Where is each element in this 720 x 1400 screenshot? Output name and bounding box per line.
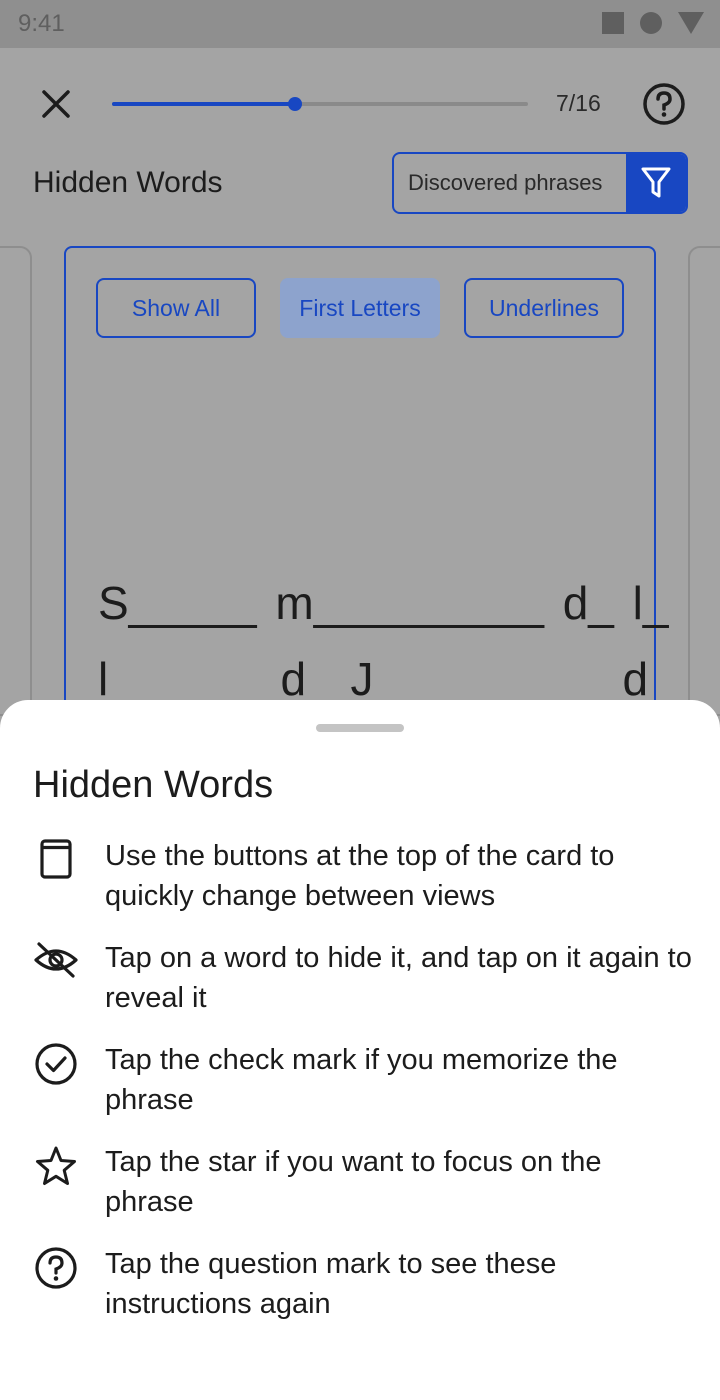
underlines-button[interactable]: Underlines [464, 278, 624, 338]
instruction-item: Use the buttons at the top of the card t… [33, 836, 693, 916]
progress-thumb[interactable] [288, 97, 303, 111]
phrase-card: Show All First Letters Underlines S_____… [64, 246, 674, 726]
instruction-text: Tap the star if you want to focus on the… [105, 1146, 602, 1218]
phrase-line-1[interactable]: S_____ m_________ d_ l_ [98, 576, 668, 630]
instruction-text: Tap the check mark if you memorize the p… [105, 1044, 618, 1116]
instruction-item: Tap the check mark if you memorize the p… [33, 1040, 693, 1120]
next-card[interactable] [688, 246, 720, 716]
sheet-title: Hidden Words [33, 764, 274, 806]
help-circle-icon [33, 1244, 79, 1290]
status-icons [602, 12, 704, 34]
instruction-item: Tap the star if you want to focus on the… [33, 1142, 693, 1222]
phrase-filter[interactable]: Discovered phrases [392, 152, 688, 214]
drag-handle[interactable] [316, 724, 404, 732]
main-screen: 7/16 Hidden Words Discovered phrases Sho… [0, 48, 720, 726]
close-icon[interactable] [36, 84, 76, 124]
card-icon [33, 836, 79, 882]
phrase-line-2[interactable]: l______ d_ J_________ d_ [98, 652, 674, 706]
show-all-button[interactable]: Show All [96, 278, 256, 338]
instruction-item: Tap on a word to hide it, and tap on it … [33, 938, 693, 1018]
page-counter: 7/16 [556, 90, 601, 116]
progress-fill [112, 102, 296, 106]
help-icon[interactable] [642, 82, 686, 126]
instructions-sheet: Hidden Words Use the buttons at the top … [0, 700, 720, 1400]
eye-off-icon [33, 938, 79, 984]
status-bar: 9:41 [0, 0, 720, 48]
instruction-text: Tap the question mark to see these instr… [105, 1248, 557, 1320]
previous-card[interactable] [0, 246, 32, 716]
star-icon [33, 1142, 79, 1188]
instruction-text: Tap on a word to hide it, and tap on it … [105, 942, 692, 1014]
status-time: 9:41 [18, 10, 65, 37]
deck-title: Hidden Words [33, 166, 223, 199]
filter-label: Discovered phrases [408, 170, 603, 195]
back-icon [678, 12, 704, 34]
filter-icon[interactable] [626, 154, 686, 212]
instruction-text: Use the buttons at the top of the card t… [105, 840, 615, 912]
first-letters-button[interactable]: First Letters [280, 278, 440, 338]
progress-slider[interactable] [112, 97, 528, 111]
instruction-item: Tap the question mark to see these instr… [33, 1244, 693, 1324]
home-icon [640, 12, 662, 34]
recents-icon [602, 12, 624, 34]
check-circle-icon [33, 1040, 79, 1086]
